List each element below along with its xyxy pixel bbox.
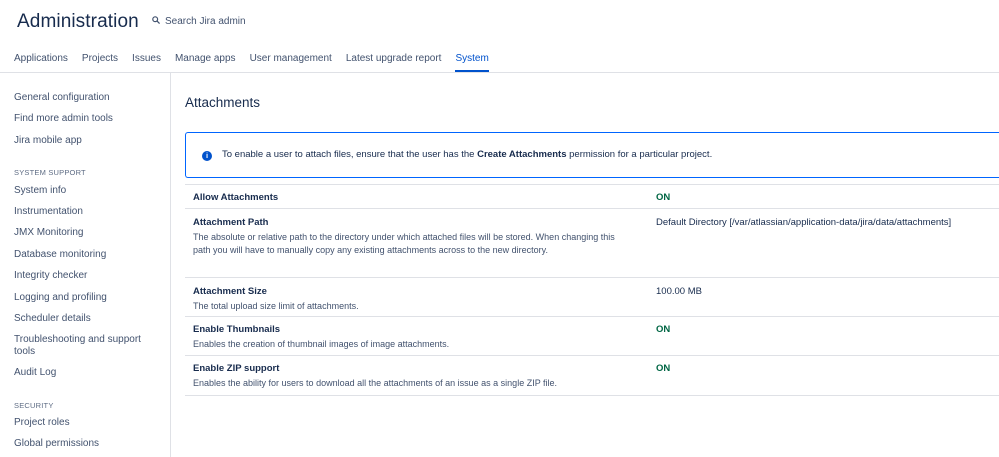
search-label: Search Jira admin	[165, 15, 246, 27]
top-header: Administration Search Jira admin Applica…	[0, 0, 999, 73]
sidebar-item-system-info[interactable]: System info	[14, 185, 160, 197]
setting-value: Default Directory [/var/atlassian/applic…	[656, 217, 952, 228]
setting-description: The total upload size limit of attachmen…	[193, 301, 359, 311]
setting-value: ON	[656, 324, 671, 335]
attachment-settings-table: Allow Attachments ON Attachment Path The…	[185, 184, 999, 396]
info-icon: i	[202, 151, 212, 161]
sidebar-item-troubleshooting-and-support-tools[interactable]: Troubleshooting and support tools	[14, 334, 154, 358]
admin-tabs: Applications Projects Issues Manage apps…	[14, 53, 490, 72]
sidebar-item-database-monitoring[interactable]: Database monitoring	[14, 249, 160, 261]
setting-name: Enable ZIP support	[193, 363, 280, 374]
tab-manage-apps[interactable]: Manage apps	[175, 53, 236, 71]
tab-issues[interactable]: Issues	[132, 53, 161, 71]
tab-system[interactable]: System	[455, 53, 490, 72]
sidebar-item-jira-mobile-app[interactable]: Jira mobile app	[14, 135, 160, 147]
search-admin[interactable]: Search Jira admin	[152, 14, 246, 28]
sidebar-item-find-more-admin-tools[interactable]: Find more admin tools	[14, 113, 160, 125]
sidebar-heading-security: SECURITY	[14, 401, 54, 410]
page-header-title: Administration	[17, 11, 139, 32]
info-message-permission: Create Attachments	[477, 149, 567, 160]
setting-description: The absolute or relative path to the dir…	[193, 232, 615, 255]
table-row: Enable ZIP support Enables the ability f…	[185, 356, 999, 396]
tab-user-management[interactable]: User management	[250, 53, 332, 71]
sidebar-heading-system-support: SYSTEM SUPPORT	[14, 168, 86, 177]
sidebar-item-audit-log[interactable]: Audit Log	[14, 367, 160, 379]
sidebar-item-project-roles[interactable]: Project roles	[14, 417, 160, 429]
table-row: Allow Attachments ON	[185, 185, 999, 209]
table-row: Attachment Path The absolute or relative…	[185, 209, 999, 278]
table-row: Attachment Size The total upload size li…	[185, 278, 999, 317]
table-row: Enable Thumbnails Enables the creation o…	[185, 317, 999, 356]
tab-projects[interactable]: Projects	[82, 53, 118, 71]
sidebar-item-global-permissions[interactable]: Global permissions	[14, 438, 160, 450]
tab-latest-upgrade-report[interactable]: Latest upgrade report	[346, 53, 442, 71]
setting-name: Enable Thumbnails	[193, 324, 281, 335]
setting-description: Enables the creation of thumbnail images…	[193, 339, 450, 349]
setting-name: Attachment Path	[193, 217, 269, 228]
sidebar: General configuration Find more admin to…	[0, 73, 171, 457]
setting-description: Enables the ability for users to downloa…	[193, 378, 558, 388]
setting-value: ON	[656, 363, 671, 374]
setting-name: Attachment Size	[193, 286, 267, 297]
setting-value: ON	[656, 192, 671, 203]
main-content: Attachments i To enable a user to attach…	[171, 73, 999, 457]
setting-name: Allow Attachments	[193, 192, 279, 203]
sidebar-item-jmx-monitoring[interactable]: JMX Monitoring	[14, 227, 160, 239]
sidebar-item-logging-and-profiling[interactable]: Logging and profiling	[14, 292, 160, 304]
sidebar-item-scheduler-details[interactable]: Scheduler details	[14, 313, 160, 325]
tab-applications[interactable]: Applications	[14, 53, 68, 71]
sidebar-item-integrity-checker[interactable]: Integrity checker	[14, 270, 160, 282]
page-title: Attachments	[185, 95, 261, 110]
search-icon	[152, 15, 160, 27]
setting-value: 100.00 MB	[656, 286, 702, 297]
sidebar-item-instrumentation[interactable]: Instrumentation	[14, 206, 160, 218]
info-message-text: To enable a user to attach files, ensure…	[222, 149, 713, 160]
info-message: i To enable a user to attach files, ensu…	[185, 132, 999, 178]
sidebar-item-general-configuration[interactable]: General configuration	[14, 92, 160, 104]
